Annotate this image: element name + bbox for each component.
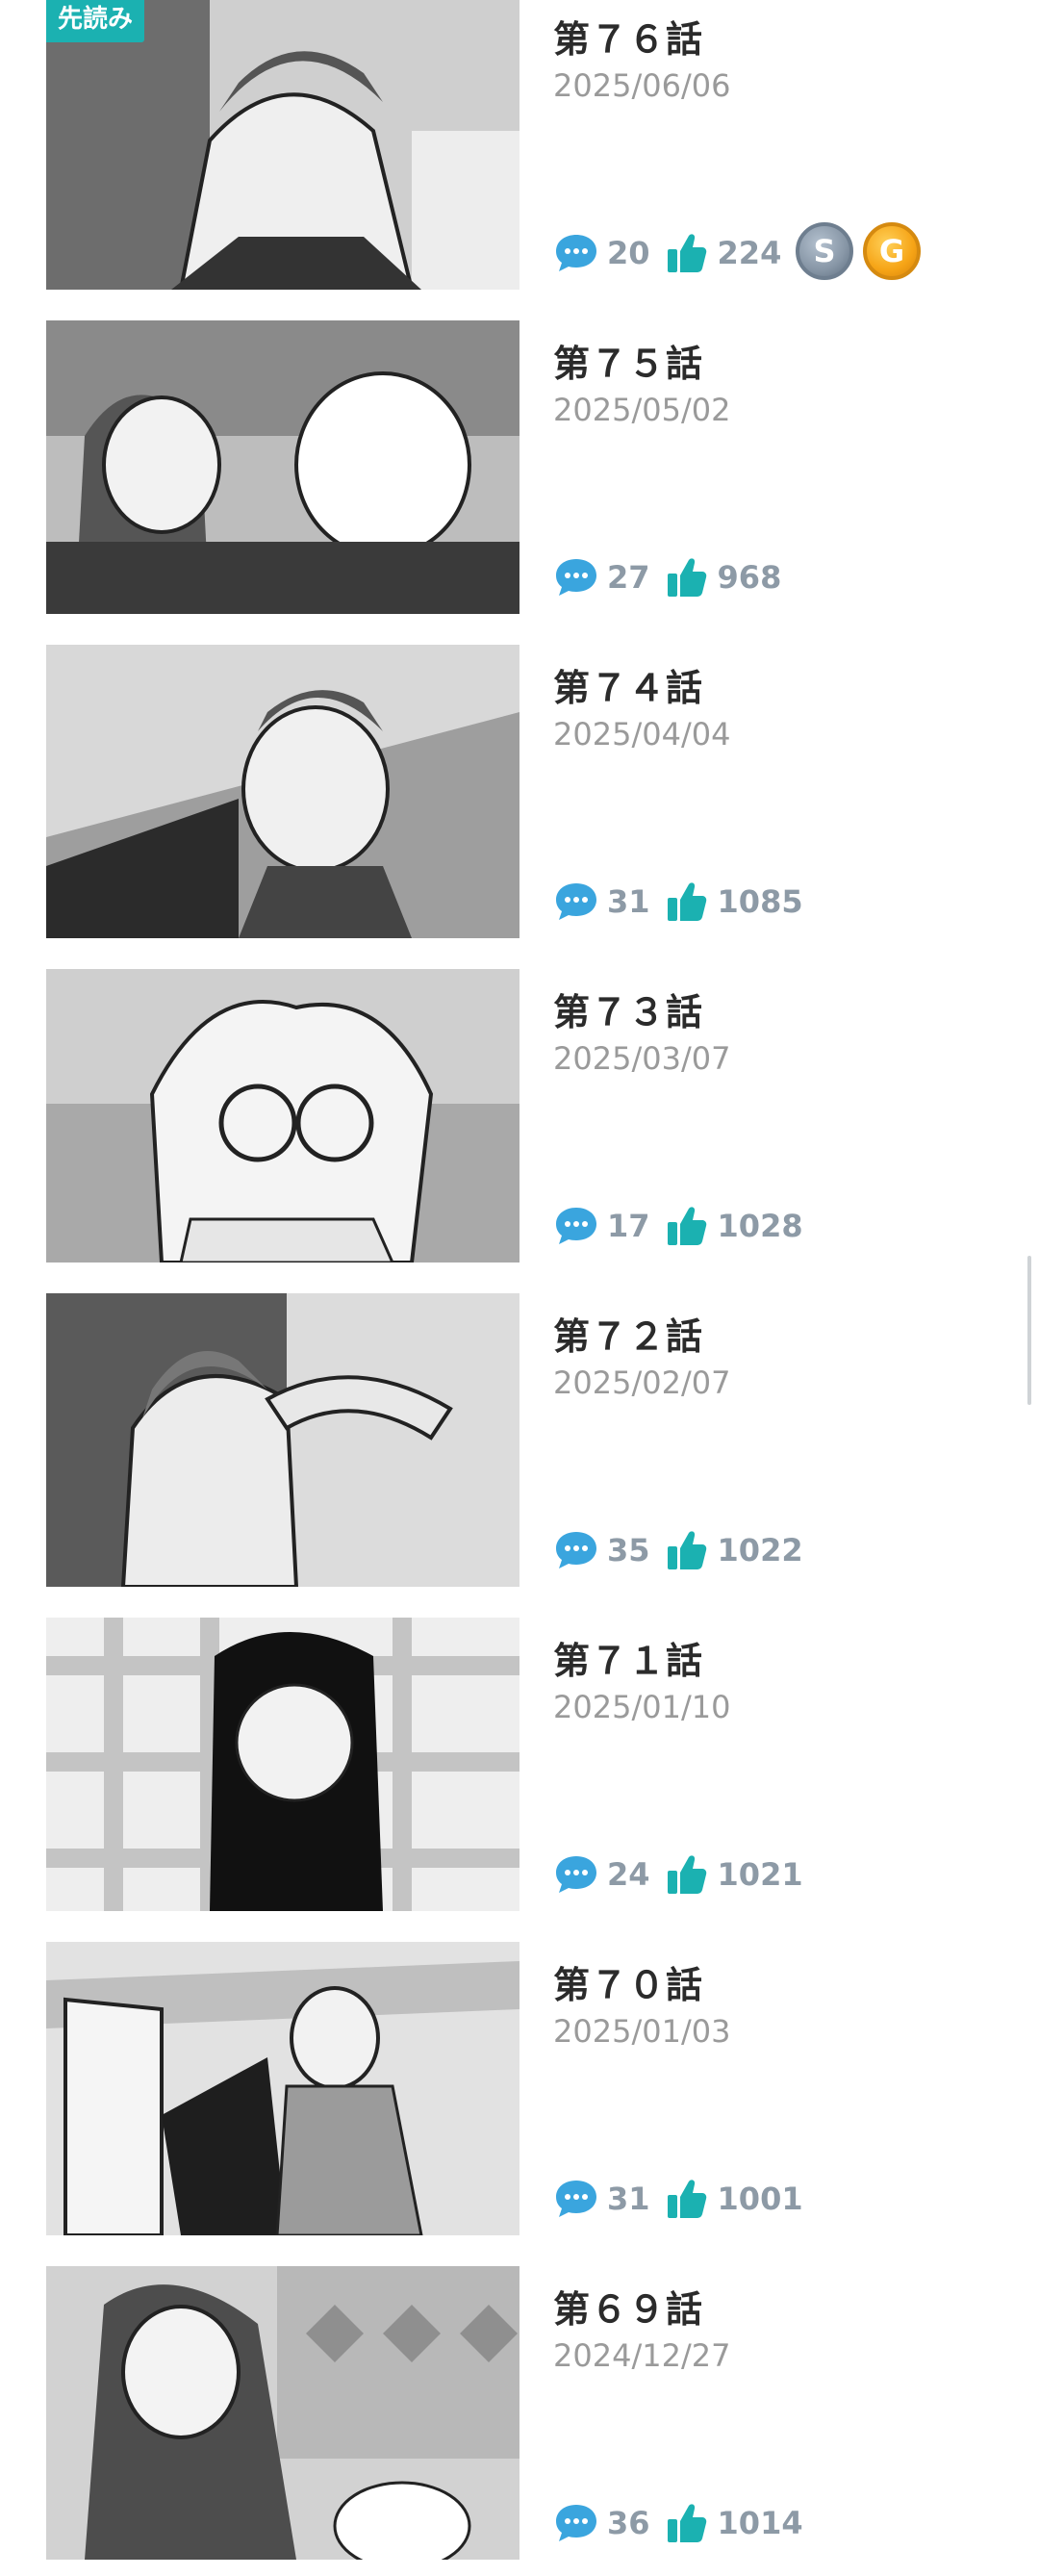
episode-stats: 35 1022 (553, 1527, 817, 1573)
episode-date: 2025/01/03 (553, 2013, 731, 2050)
episode-info: 第７４話 2025/04/04 31 1085 (553, 645, 1005, 938)
episode-item[interactable]: 第７２話 2025/02/07 35 1022 (46, 1293, 1008, 1587)
comment-icon (553, 230, 599, 276)
comment-count: 36 (607, 2505, 650, 2541)
episode-title[interactable]: 第７２話 (553, 1307, 703, 1360)
episode-item[interactable]: 第７４話 2025/04/04 31 1085 (46, 645, 1008, 938)
episode-stats: 24 1021 (553, 1851, 817, 1898)
episode-info: 第７５話 2025/05/02 27 968 (553, 320, 1005, 614)
like-count: 1022 (717, 1532, 803, 1569)
like-count: 224 (717, 235, 782, 271)
thumbnail-image (46, 1942, 520, 2235)
comment-icon (553, 1851, 599, 1898)
episode-stats: 20 224 (553, 230, 795, 276)
episode-item[interactable]: 第７０話 2025/01/03 31 1001 (46, 1942, 1008, 2235)
episode-info: 第７６話 2025/06/06 20 224 S G (553, 0, 1005, 290)
comment-count: 17 (607, 1208, 650, 1244)
comment-icon (553, 2176, 599, 2222)
episode-title[interactable]: 第７４話 (553, 658, 703, 711)
like-count: 1014 (717, 2505, 803, 2541)
episode-date: 2025/01/10 (553, 1689, 731, 1725)
gold-coin-icon: G (863, 222, 921, 280)
episode-date: 2025/04/04 (553, 716, 731, 752)
episode-info: 第７２話 2025/02/07 35 1022 (553, 1293, 1005, 1587)
episode-stats: 17 1028 (553, 1203, 817, 1249)
episode-title[interactable]: 第７１話 (553, 1631, 703, 1684)
episode-date: 2025/05/02 (553, 392, 731, 428)
comment-count: 31 (607, 2181, 650, 2217)
like-count: 1085 (717, 883, 803, 920)
episode-title[interactable]: 第７０話 (553, 1955, 703, 2008)
comment-icon (553, 879, 599, 925)
episode-stats: 31 1001 (553, 2176, 817, 2222)
episode-list-page: 先読み 第７６話 2025/06/06 20 224 S G 第７５話 2025/05/02 27… (0, 0, 1039, 2576)
comment-count: 27 (607, 559, 650, 596)
thumbs-up-icon (664, 879, 710, 925)
thumbs-up-icon (664, 1203, 710, 1249)
episode-item[interactable]: 先読み 第７６話 2025/06/06 20 224 S G (46, 0, 1008, 290)
episode-date: 2025/02/07 (553, 1365, 731, 1401)
episode-date: 2025/06/06 (553, 67, 731, 104)
early-access-badge: 先読み (46, 0, 145, 42)
comment-icon (553, 554, 599, 600)
episode-thumbnail[interactable] (46, 1293, 520, 1587)
episode-thumbnail[interactable]: 先読み (46, 0, 520, 290)
comment-icon (553, 1203, 599, 1249)
episode-title[interactable]: 第７５話 (553, 334, 703, 387)
thumbnail-image (46, 320, 520, 614)
thumbnail-image (46, 645, 520, 938)
thumbnail-image (46, 969, 520, 1262)
like-count: 1001 (717, 2181, 803, 2217)
episode-item[interactable]: 第７１話 2025/01/10 24 1021 (46, 1618, 1008, 1911)
thumbs-up-icon (664, 2176, 710, 2222)
comment-count: 20 (607, 235, 650, 271)
thumbs-up-icon (664, 1527, 710, 1573)
episode-title[interactable]: 第７３話 (553, 982, 703, 1035)
episode-info: 第７１話 2025/01/10 24 1021 (553, 1618, 1005, 1911)
thumbnail-image (46, 0, 520, 290)
thumbnail-image (46, 1293, 520, 1587)
comment-icon (553, 1527, 599, 1573)
episode-item[interactable]: 第７３話 2025/03/07 17 1028 (46, 969, 1008, 1262)
comment-count: 35 (607, 1532, 650, 1569)
thumbs-up-icon (664, 2500, 710, 2546)
episode-info: 第７３話 2025/03/07 17 1028 (553, 969, 1005, 1262)
thumbs-up-icon (664, 230, 710, 276)
comment-icon (553, 2500, 599, 2546)
episode-stats: 31 1085 (553, 879, 817, 925)
episode-item[interactable]: 第７５話 2025/05/02 27 968 (46, 320, 1008, 614)
episode-stats: 36 1014 (553, 2500, 817, 2546)
like-count: 968 (717, 559, 782, 596)
episode-title[interactable]: 第６９話 (553, 2280, 703, 2333)
episode-item[interactable]: 第６９話 2024/12/27 36 1014 (46, 2266, 1008, 2560)
thumbs-up-icon (664, 554, 710, 600)
like-count: 1028 (717, 1208, 803, 1244)
episode-date: 2024/12/27 (553, 2337, 731, 2374)
episode-thumbnail[interactable] (46, 1942, 520, 2235)
episode-thumbnail[interactable] (46, 645, 520, 938)
scrollbar-thumb[interactable] (1027, 1256, 1031, 1405)
silver-coin-icon: S (796, 222, 853, 280)
episode-title[interactable]: 第７６話 (553, 10, 703, 63)
episode-thumbnail[interactable] (46, 2266, 520, 2560)
thumbs-up-icon (664, 1851, 710, 1898)
episode-info: 第６９話 2024/12/27 36 1014 (553, 2266, 1005, 2560)
episode-thumbnail[interactable] (46, 320, 520, 614)
comment-count: 31 (607, 883, 650, 920)
episode-thumbnail[interactable] (46, 969, 520, 1262)
episode-thumbnail[interactable] (46, 1618, 520, 1911)
thumbnail-image (46, 1618, 520, 1911)
comment-count: 24 (607, 1856, 650, 1893)
episode-date: 2025/03/07 (553, 1040, 731, 1077)
episode-stats: 27 968 (553, 554, 795, 600)
thumbnail-image (46, 2266, 520, 2560)
like-count: 1021 (717, 1856, 803, 1893)
episode-info: 第７０話 2025/01/03 31 1001 (553, 1942, 1005, 2235)
coin-icons: SG (796, 222, 921, 280)
